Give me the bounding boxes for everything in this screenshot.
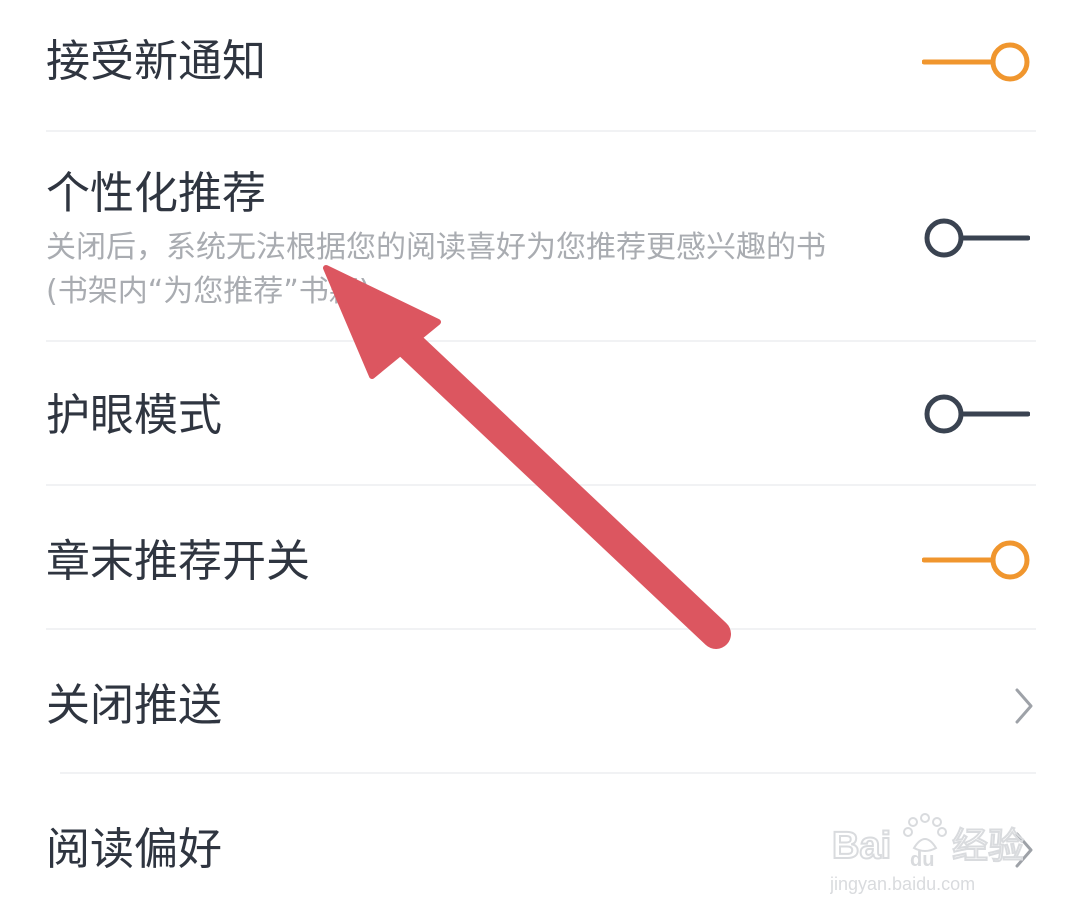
annotation-arrow-icon <box>323 265 731 649</box>
